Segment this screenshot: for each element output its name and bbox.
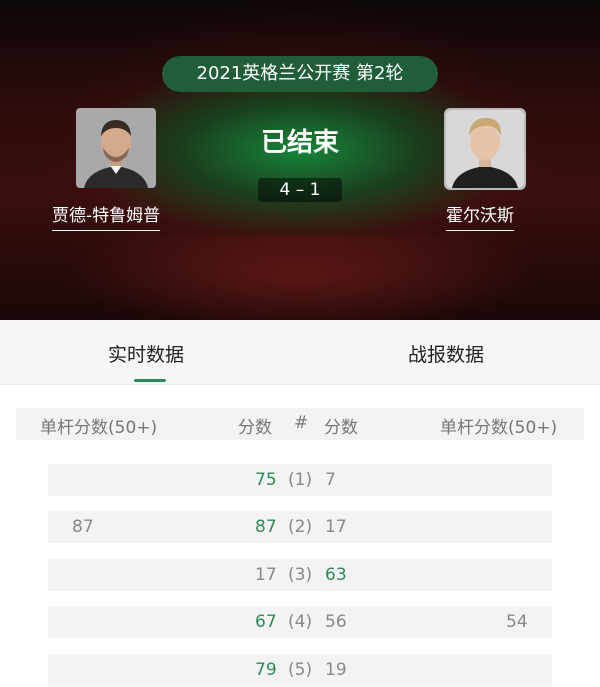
player-left-name[interactable]: 贾德-特鲁姆普	[52, 201, 161, 231]
table-row: 67 (4) 56 54	[48, 606, 552, 638]
header-right-score: 分数	[324, 418, 358, 438]
left-score: 75	[255, 470, 277, 490]
table-row: 79 (5) 19	[48, 654, 552, 686]
table-row: 17 (3) 63	[48, 559, 552, 591]
left-score: 67	[255, 612, 277, 632]
header-left-break: 单杆分数(50+)	[40, 418, 158, 438]
left-score: 79	[255, 660, 277, 680]
frame-number: (1)	[288, 470, 313, 490]
right-break: 54	[506, 612, 528, 632]
frame-number: (3)	[288, 565, 313, 585]
right-score: 17	[325, 517, 347, 537]
left-score: 17	[255, 565, 277, 585]
header-right-break: 单杆分数(50+)	[440, 418, 558, 438]
table-row: 87 87 (2) 17	[48, 511, 552, 543]
header-frame-number: #	[294, 413, 309, 433]
match-score: 4 – 1	[258, 178, 342, 202]
left-score: 87	[255, 517, 277, 537]
frame-number: (2)	[288, 517, 313, 537]
right-score: 7	[325, 470, 336, 490]
right-score: 56	[325, 612, 347, 632]
tab-match-report[interactable]: 战报数据	[408, 340, 484, 367]
player-right-name[interactable]: 霍尔沃斯	[446, 201, 514, 231]
right-score: 63	[325, 565, 347, 585]
frame-number: (4)	[288, 612, 313, 632]
match-header: 2021英格兰公开赛 第2轮 已结束 4 – 1 贾德-特鲁姆普 霍尔沃斯	[0, 0, 600, 320]
header-left-score: 分数	[238, 418, 272, 438]
player-right-avatar[interactable]	[444, 108, 526, 190]
frame-number: (5)	[288, 660, 313, 680]
tab-live-data[interactable]: 实时数据	[108, 340, 184, 367]
right-score: 19	[325, 660, 347, 680]
background-glow	[60, 235, 540, 320]
active-tab-indicator	[134, 379, 166, 382]
table-row: 75 (1) 7	[48, 464, 552, 496]
player-left-avatar[interactable]	[76, 108, 156, 188]
left-break: 87	[72, 517, 94, 537]
table-header: 单杆分数(50+) 分数 # 分数 单杆分数(50+)	[16, 408, 584, 440]
match-status: 已结束	[260, 128, 339, 158]
tournament-title: 2021英格兰公开赛 第2轮	[162, 56, 438, 92]
tab-bar: 实时数据 战报数据	[0, 320, 600, 385]
